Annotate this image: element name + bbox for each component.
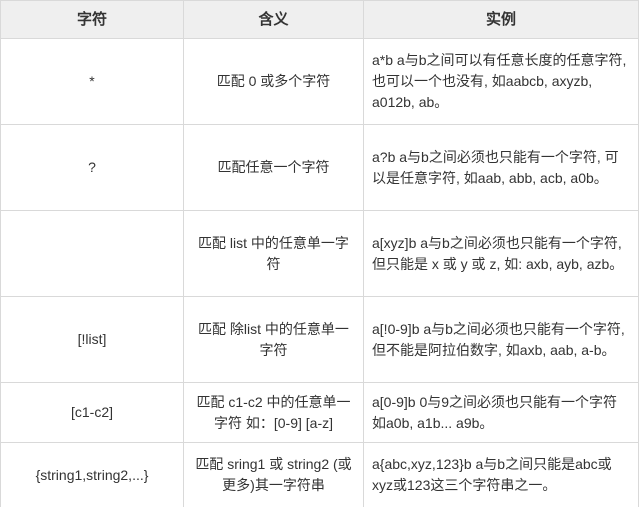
cell-example: a*b a与b之间可以有任意长度的任意字符, 也可以一个也没有, 如aabcb,… — [363, 38, 639, 125]
header-row: 字符 含义 实例 — [0, 0, 639, 39]
wildcard-table: 字符 含义 实例 * 匹配 0 或多个字符 a*b a与b之间可以有任意长度的任… — [0, 0, 639, 507]
table-row: [c1-c2] 匹配 c1-c2 中的任意单一字符 如：[0-9] [a-z] … — [0, 382, 639, 443]
table-body: * 匹配 0 或多个字符 a*b a与b之间可以有任意长度的任意字符, 也可以一… — [0, 38, 639, 507]
header-char: 字符 — [0, 0, 184, 39]
cell-char: ? — [0, 124, 184, 211]
header-meaning: 含义 — [183, 0, 364, 39]
cell-meaning: 匹配 list 中的任意单一字符 — [183, 210, 364, 297]
cell-meaning: 匹配 sring1 或 string2 (或更多)其一字符串 — [183, 442, 364, 507]
cell-meaning: 匹配 c1-c2 中的任意单一字符 如：[0-9] [a-z] — [183, 382, 364, 443]
cell-meaning: 匹配 除list 中的任意单一字符 — [183, 296, 364, 383]
cell-example: a[!0-9]b a与b之间必须也只能有一个字符, 但不能是阿拉伯数字, 如ax… — [363, 296, 639, 383]
cell-example: a{abc,xyz,123}b a与b之间只能是abc或xyz或123这三个字符… — [363, 442, 639, 507]
page: 字符 含义 实例 * 匹配 0 或多个字符 a*b a与b之间可以有任意长度的任… — [0, 0, 640, 507]
header-example: 实例 — [363, 0, 639, 39]
table-row: 匹配 list 中的任意单一字符 a[xyz]b a与b之间必须也只能有一个字符… — [0, 210, 639, 297]
table-header: 字符 含义 实例 — [0, 0, 639, 39]
table-row: [!list] 匹配 除list 中的任意单一字符 a[!0-9]b a与b之间… — [0, 296, 639, 383]
cell-meaning: 匹配 0 或多个字符 — [183, 38, 364, 125]
cell-example: a[0-9]b 0与9之间必须也只能有一个字符 如a0b, a1b... a9b… — [363, 382, 639, 443]
cell-char: [!list] — [0, 296, 184, 383]
cell-char: [c1-c2] — [0, 382, 184, 443]
cell-char: * — [0, 38, 184, 125]
cell-char: {string1,string2,...} — [0, 442, 184, 507]
cell-meaning: 匹配任意一个字符 — [183, 124, 364, 211]
cell-example: a?b a与b之间必须也只能有一个字符, 可以是任意字符, 如aab, abb,… — [363, 124, 639, 211]
table-row: * 匹配 0 或多个字符 a*b a与b之间可以有任意长度的任意字符, 也可以一… — [0, 38, 639, 125]
cell-char — [0, 210, 184, 297]
table-row: ? 匹配任意一个字符 a?b a与b之间必须也只能有一个字符, 可以是任意字符,… — [0, 124, 639, 211]
table-row: {string1,string2,...} 匹配 sring1 或 string… — [0, 442, 639, 507]
cell-example: a[xyz]b a与b之间必须也只能有一个字符, 但只能是 x 或 y 或 z,… — [363, 210, 639, 297]
